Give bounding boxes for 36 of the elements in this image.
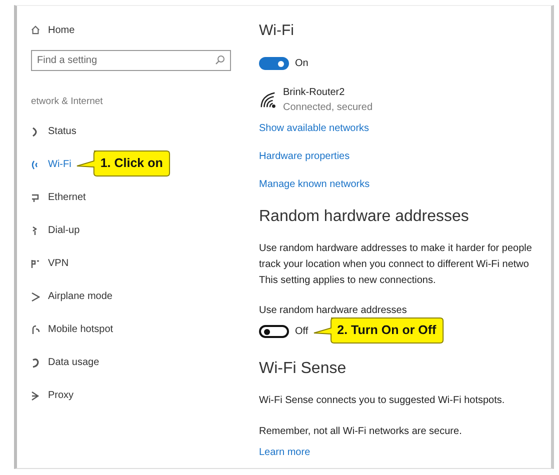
- sidebar-item[interactable]: VPN: [31, 247, 69, 280]
- description-text: track your location when you connect to different Wi-Fi netwo: [259, 258, 530, 272]
- paragraph: Remember, not all Wi-Fi networks are secure.: [259, 424, 463, 438]
- callout: 2. Turn On or Off: [313, 316, 444, 344]
- paragraph: Wi-Fi Sense connects you to suggested Wi-Fi hotspots.: [259, 394, 506, 408]
- wifi-signal-icon: [259, 90, 277, 109]
- description-text: Use random hardware addresses to make it harder for people: [259, 242, 533, 256]
- sidebar-item[interactable]: Proxy: [31, 379, 74, 412]
- sidebar-item[interactable]: Airplane mode: [31, 280, 112, 313]
- toggle-label: Off: [295, 325, 308, 339]
- network-status: Connected, secured: [283, 100, 373, 114]
- setting-label: Use random hardware addresses: [259, 304, 408, 318]
- network-name: Brink-Router2: [283, 86, 346, 100]
- toggle-label: On: [295, 57, 308, 71]
- home-link[interactable]: Home: [31, 20, 75, 40]
- sidebar-item[interactable]: Dial-up: [31, 214, 80, 247]
- page-title: Wi-Fi: [259, 21, 295, 41]
- link[interactable]: Learn more: [259, 444, 551, 460]
- toggle-switch[interactable]: [259, 325, 289, 338]
- sidebar-item[interactable]: Wi-Fi: [31, 148, 72, 181]
- sidebar-item[interactable]: Status: [31, 115, 76, 148]
- search-icon: [215, 55, 225, 65]
- sidebar-item[interactable]: Mobile hotspot: [31, 313, 114, 346]
- home-icon: [31, 25, 40, 35]
- description-text: This setting applies to new connections.: [259, 274, 437, 288]
- link[interactable]: Manage known networks: [259, 170, 551, 198]
- section-heading: Random hardware addresses: [259, 206, 470, 226]
- toggle-switch[interactable]: [259, 57, 289, 70]
- section-header: etwork & Internet: [31, 95, 104, 109]
- link[interactable]: Hardware properties: [259, 142, 551, 170]
- link[interactable]: Show available networks: [259, 114, 551, 142]
- section-heading: Wi-Fi Sense: [259, 358, 348, 378]
- callout: 1. Click on: [76, 150, 171, 176]
- sidebar-item[interactable]: Ethernet: [31, 181, 86, 214]
- sidebar-item[interactable]: Data usage: [31, 346, 100, 379]
- search-field[interactable]: Find a setting: [31, 50, 231, 71]
